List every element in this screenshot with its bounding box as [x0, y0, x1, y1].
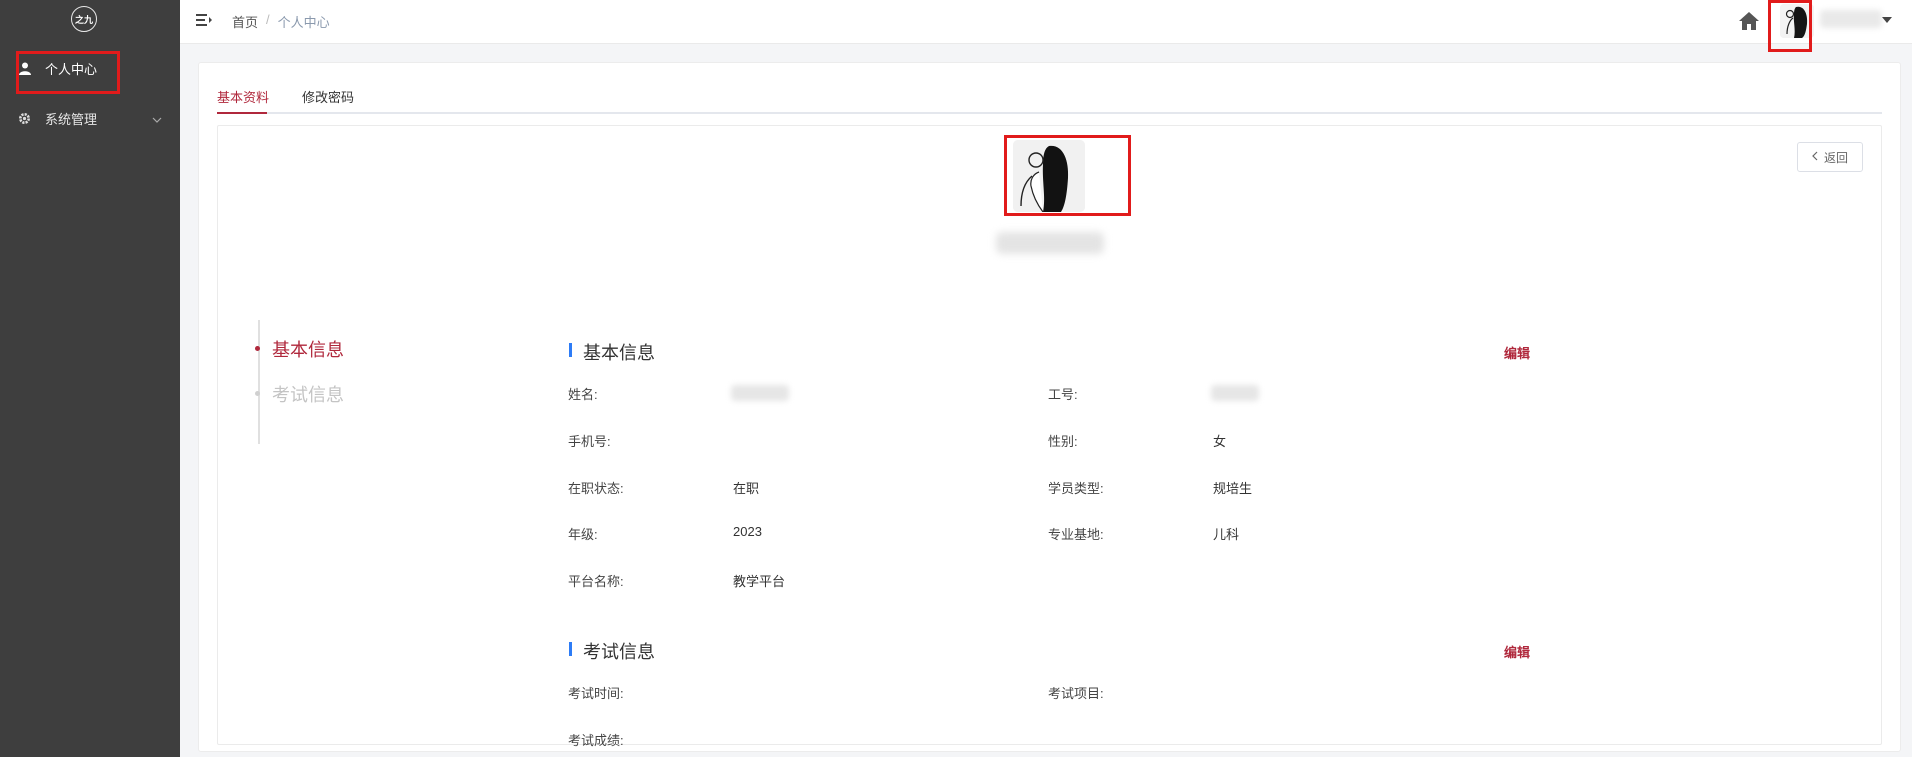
- basic-info-title: 基本信息: [583, 343, 655, 363]
- breadcrumb-separator: /: [266, 12, 270, 27]
- anchor-dot-active: [255, 346, 260, 351]
- anchor-basic-info[interactable]: 基本信息: [272, 336, 344, 362]
- user-avatar[interactable]: [1780, 4, 1814, 38]
- profile-card: 基本资料 修改密码 返回 基本信息 考试信息 基本信息 编辑 姓名: 工号: 手…: [198, 62, 1901, 752]
- student-type-value: 规培生: [1213, 481, 1253, 496]
- breadcrumb-home[interactable]: 首页: [232, 12, 258, 31]
- exam-info-title: 考试信息: [583, 642, 655, 662]
- active-tab-indicator: [217, 112, 267, 114]
- user-icon: [18, 62, 31, 75]
- anchor-nav-line: [258, 320, 260, 444]
- edit-basic-info-button[interactable]: 编辑: [1504, 343, 1530, 362]
- gear-icon: [18, 112, 31, 125]
- profile-name-redacted: [996, 232, 1104, 254]
- sidebar-item-personal-center[interactable]: 个人中心: [0, 46, 180, 90]
- sidebar-item-system-management[interactable]: 系统管理: [0, 96, 180, 140]
- breadcrumb-current: 个人中心: [277, 15, 330, 30]
- job-no-label: 工号:: [1048, 387, 1078, 402]
- sidebar-item-label: 系统管理: [45, 111, 98, 127]
- back-button[interactable]: 返回: [1797, 142, 1863, 172]
- exam-time-label: 考试时间:: [568, 686, 624, 701]
- username-redacted: [1820, 10, 1882, 28]
- chevron-left-icon: [1812, 150, 1818, 164]
- home-icon[interactable]: [1738, 11, 1760, 34]
- logo-text: 之九: [74, 14, 93, 25]
- back-button-label: 返回: [1823, 150, 1848, 165]
- anchor-dot: [255, 391, 260, 396]
- grade-value: 2023: [733, 524, 762, 539]
- anchor-exam-info[interactable]: 考试信息: [272, 381, 344, 407]
- platform-label: 平台名称:: [568, 574, 624, 589]
- top-header: 首页 / 个人中心: [180, 0, 1912, 52]
- profile-avatar[interactable]: [1013, 140, 1085, 212]
- profile-panel: 返回 基本信息 考试信息 基本信息 编辑 姓名: 工号: 手机号: 性别: 女 …: [217, 125, 1882, 748]
- sidebar: 之九 个人中心 系统管理: [0, 0, 180, 757]
- tab-change-password[interactable]: 修改密码: [302, 87, 354, 106]
- app-logo[interactable]: 之九: [71, 6, 97, 32]
- specialty-base-label: 专业基地:: [1048, 527, 1104, 542]
- sidebar-item-label: 个人中心: [45, 61, 98, 77]
- job-no-value-redacted: [1211, 385, 1259, 401]
- employment-status-value: 在职: [733, 481, 760, 496]
- exam-score-label: 考试成绩:: [568, 733, 624, 748]
- tab-basic-profile[interactable]: 基本资料: [217, 87, 269, 106]
- menu-toggle-icon[interactable]: [196, 13, 212, 30]
- platform-value: 教学平台: [733, 574, 786, 589]
- caret-down-icon[interactable]: [1882, 12, 1892, 27]
- gender-label: 性别:: [1048, 434, 1078, 449]
- breadcrumb: 首页 / 个人中心: [232, 12, 330, 31]
- gender-value: 女: [1213, 434, 1227, 449]
- student-type-label: 学员类型:: [1048, 481, 1104, 496]
- employment-status-label: 在职状态:: [568, 481, 624, 496]
- specialty-base-value: 儿科: [1213, 527, 1240, 542]
- chevron-down-icon: [152, 111, 162, 126]
- edit-exam-info-button[interactable]: 编辑: [1504, 642, 1530, 661]
- name-value-redacted: [731, 385, 789, 401]
- phone-label: 手机号:: [568, 434, 611, 449]
- tab-bar: 基本资料 修改密码: [217, 79, 1882, 114]
- section-bar: [569, 343, 572, 357]
- section-bar: [569, 642, 572, 656]
- exam-item-label: 考试项目:: [1048, 686, 1104, 701]
- name-label: 姓名:: [568, 387, 598, 402]
- grade-label: 年级:: [568, 527, 598, 542]
